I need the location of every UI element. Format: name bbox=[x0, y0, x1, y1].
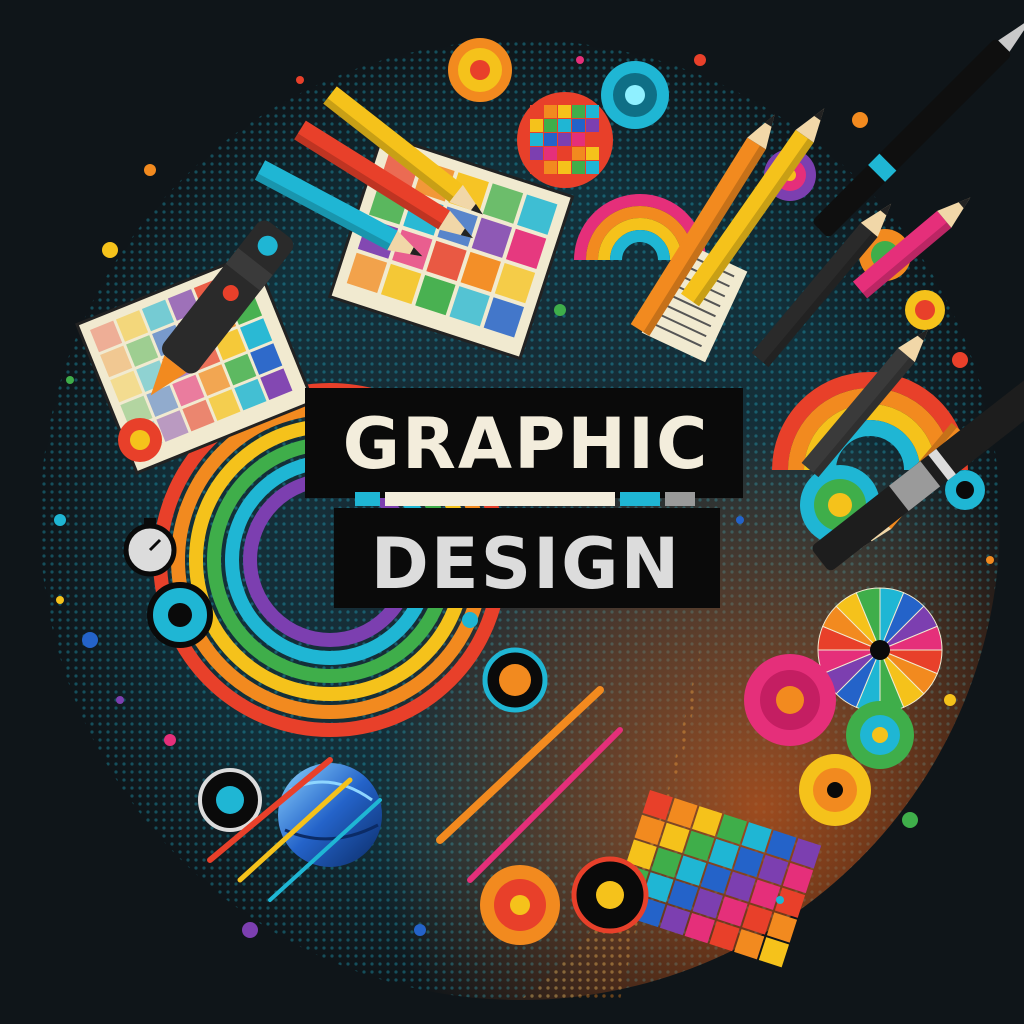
title-line-2: DESIGN bbox=[371, 523, 681, 605]
title-line-1: GRAPHIC bbox=[343, 403, 710, 485]
graphic-design-illustration: GRAPHIC DESIGN bbox=[40, 17, 1024, 1000]
title-bar-accent-mid bbox=[385, 492, 615, 506]
color-wheel-icon bbox=[817, 587, 943, 713]
title-bar-accent-left bbox=[355, 492, 380, 506]
artwork-canvas: GRAPHIC DESIGN bbox=[0, 0, 1024, 1024]
title-bar-accent-right bbox=[620, 492, 660, 506]
title-block: GRAPHIC DESIGN bbox=[305, 388, 743, 608]
title-bar-accent-end bbox=[665, 492, 695, 506]
